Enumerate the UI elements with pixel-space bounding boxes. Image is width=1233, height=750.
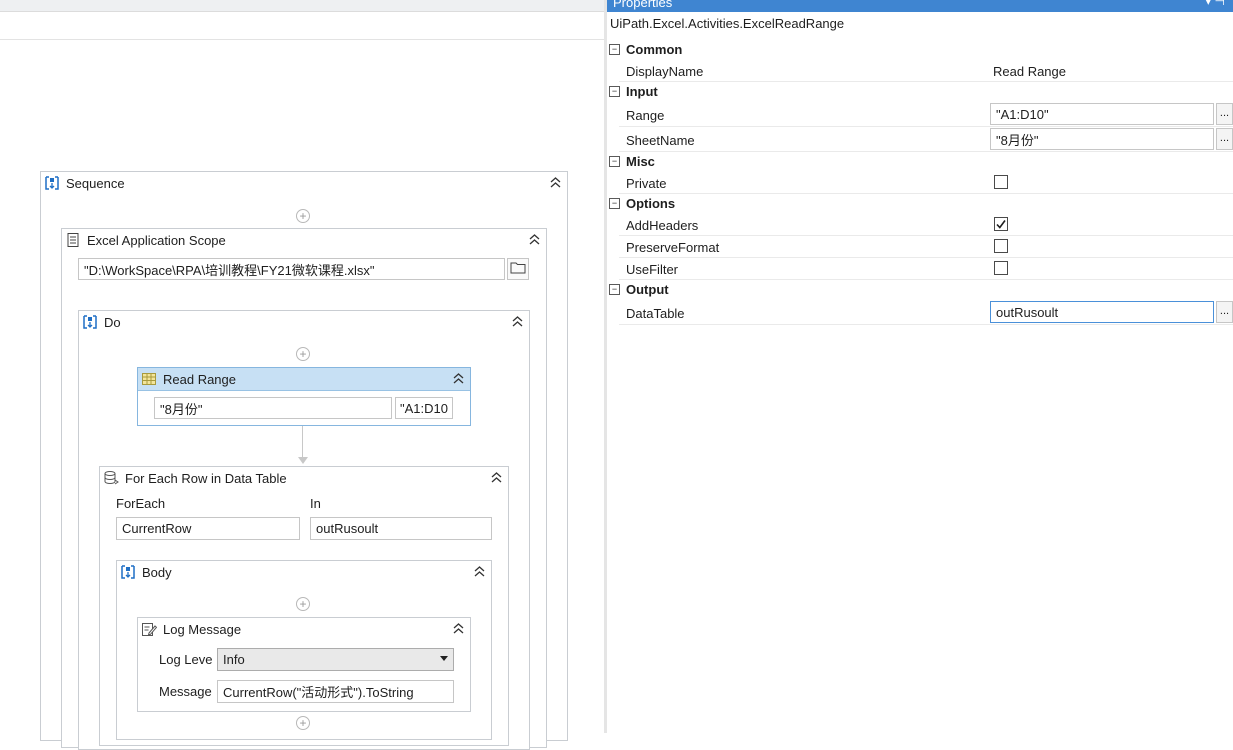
double-chevron-up-icon[interactable] [511, 315, 523, 329]
property-row-displayname[interactable]: DisplayName Read Range [619, 60, 1233, 82]
for-each-row-title: For Each Row in Data Table [125, 470, 287, 486]
category-input[interactable]: − Input [607, 81, 1233, 101]
double-chevron-up-icon[interactable] [528, 233, 540, 247]
property-row-datatable[interactable]: DataTable outRusoult ... [619, 301, 1233, 325]
body-header[interactable]: Body [117, 561, 491, 583]
double-chevron-up-icon[interactable] [452, 622, 464, 636]
connector-arrow [298, 457, 308, 464]
activity-type-name: UiPath.Excel.Activities.ExcelReadRange [610, 16, 845, 31]
double-chevron-up-icon[interactable] [452, 372, 464, 386]
foreach-label: ForEach [116, 496, 166, 511]
sequence-header[interactable]: Sequence [41, 172, 567, 194]
property-row-usefilter[interactable]: UseFilter [619, 258, 1233, 280]
collapse-category-icon[interactable]: − [609, 283, 620, 295]
sequence-icon [44, 175, 60, 191]
add-activity-icon[interactable]: + [296, 597, 310, 611]
log-level-value: Info [223, 652, 245, 667]
foreach-variable-field[interactable]: CurrentRow [116, 517, 300, 540]
for-each-row-header[interactable]: For Each Row in Data Table [100, 467, 508, 489]
excel-scope-icon [65, 232, 81, 248]
designer-separator [0, 39, 605, 40]
log-message-header[interactable]: Log Message [138, 618, 470, 640]
excel-scope-title: Excel Application Scope [87, 232, 226, 248]
datatable-expression-button[interactable]: ... [1216, 301, 1233, 323]
do-title: Do [104, 314, 121, 330]
category-output[interactable]: − Output [607, 279, 1233, 299]
pin-icon[interactable]: ▾ ⊣ [1205, 0, 1225, 8]
in-label: In [310, 496, 321, 511]
sequence-title: Sequence [66, 175, 125, 191]
message-label: Message [159, 684, 212, 699]
category-input-label: Input [626, 83, 658, 99]
category-common[interactable]: − Common [607, 39, 1233, 59]
sheetname-input[interactable]: "8月份" [990, 128, 1214, 150]
collapse-category-icon[interactable]: − [609, 43, 620, 55]
message-field[interactable]: CurrentRow("活动形式").ToString [217, 680, 454, 703]
property-row-range[interactable]: Range "A1:D10" ... [619, 103, 1233, 127]
for-each-row-icon [103, 470, 119, 486]
collapse-category-icon[interactable]: − [609, 197, 620, 209]
range-input[interactable]: "A1:D10" [990, 103, 1214, 125]
category-options[interactable]: − Options [607, 193, 1233, 213]
property-name: PreserveFormat [626, 240, 720, 255]
folder-icon [510, 261, 526, 277]
sheetname-expression-button[interactable]: ... [1216, 128, 1233, 150]
properties-title-bar: Properties ▾ ⊣ [607, 0, 1233, 12]
log-level-dropdown[interactable]: Info [217, 648, 454, 671]
double-chevron-up-icon[interactable] [473, 565, 485, 579]
sequence-icon [82, 314, 98, 330]
workbook-path-field[interactable]: "D:\WorkSpace\RPA\培训教程\FY21微软课程.xlsx" [78, 258, 505, 280]
property-row-sheetname[interactable]: SheetName "8月份" ... [619, 128, 1233, 152]
range-expression-button[interactable]: ... [1216, 103, 1233, 125]
log-message-title: Log Message [163, 621, 242, 637]
properties-title: Properties [613, 0, 673, 10]
read-range-icon [141, 371, 157, 387]
category-misc[interactable]: − Misc [607, 151, 1233, 171]
do-header[interactable]: Do [79, 311, 529, 333]
property-name: SheetName [626, 133, 695, 148]
in-datatable-field[interactable]: outRusoult [310, 517, 492, 540]
property-row-addheaders[interactable]: AddHeaders [619, 214, 1233, 236]
property-row-private[interactable]: Private [619, 172, 1233, 194]
browse-folder-button[interactable] [507, 258, 529, 280]
category-misc-label: Misc [626, 153, 655, 169]
double-chevron-up-icon[interactable] [549, 176, 561, 190]
preserveformat-checkbox[interactable] [994, 239, 1008, 253]
body-title: Body [142, 564, 172, 580]
add-activity-icon[interactable]: + [296, 347, 310, 361]
add-activity-icon[interactable]: + [296, 716, 310, 730]
connector-line [302, 426, 303, 459]
excel-scope-header[interactable]: Excel Application Scope [62, 229, 546, 251]
read-range-header[interactable]: Read Range [138, 368, 470, 391]
sequence-icon [120, 564, 136, 580]
category-output-label: Output [626, 281, 669, 297]
displayname-value[interactable]: Read Range [993, 64, 1066, 79]
collapse-category-icon[interactable]: − [609, 155, 620, 167]
property-name: UseFilter [626, 262, 679, 277]
category-common-label: Common [626, 41, 683, 57]
read-range-range-field[interactable]: "A1:D10 [395, 397, 453, 419]
usefilter-checkbox[interactable] [994, 261, 1008, 275]
addheaders-checkbox[interactable] [994, 217, 1008, 231]
datatable-input[interactable]: outRusoult [990, 301, 1214, 323]
category-options-label: Options [626, 195, 676, 211]
property-name: DataTable [626, 306, 685, 321]
property-name: Range [626, 108, 665, 123]
read-range-sheet-field[interactable]: "8月份" [154, 397, 392, 419]
log-level-label: Log Leve [159, 652, 213, 667]
add-activity-icon[interactable]: + [296, 209, 310, 223]
collapse-category-icon[interactable]: − [609, 85, 620, 97]
dropdown-arrow-icon [440, 656, 448, 661]
designer-toolbar-strip [0, 0, 605, 12]
property-name: AddHeaders [626, 218, 699, 233]
property-name: DisplayName [626, 64, 704, 79]
property-row-preserveformat[interactable]: PreserveFormat [619, 236, 1233, 258]
property-name: Private [626, 176, 667, 191]
private-checkbox[interactable] [994, 175, 1008, 189]
double-chevron-up-icon[interactable] [490, 471, 502, 485]
log-message-icon [141, 621, 157, 637]
read-range-title: Read Range [163, 371, 236, 387]
